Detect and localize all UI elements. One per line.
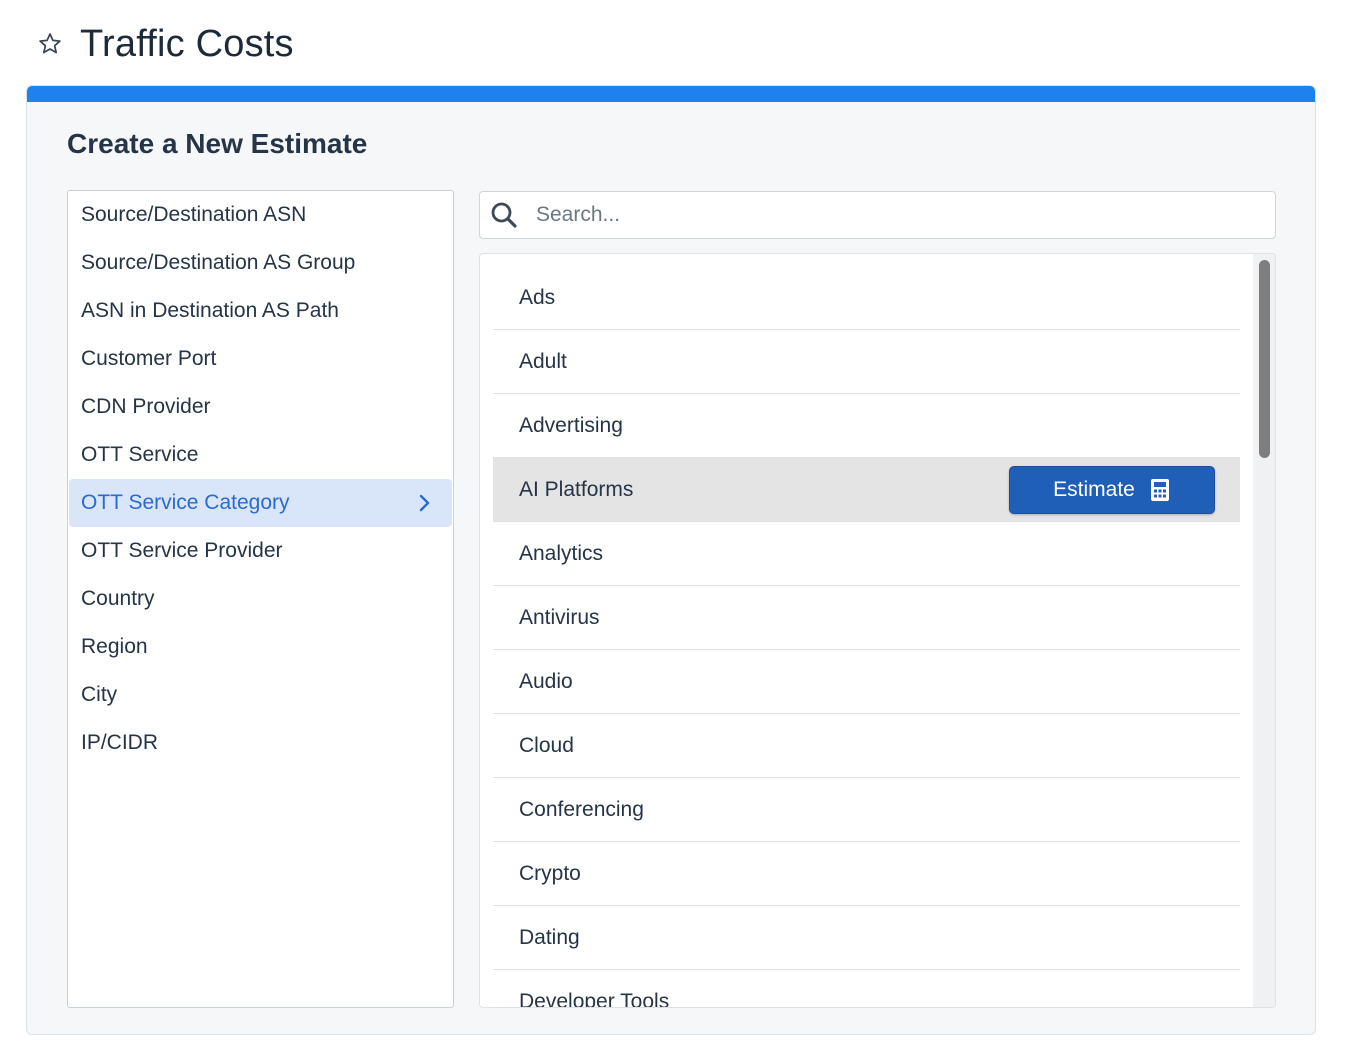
- dimension-item-city[interactable]: City: [69, 671, 452, 719]
- option-label: Analytics: [519, 541, 604, 565]
- option-label: Conferencing: [519, 797, 644, 821]
- dimension-item-cdn-provider[interactable]: CDN Provider: [69, 383, 452, 431]
- option-row-crypto[interactable]: Crypto: [493, 842, 1240, 906]
- option-row-dating[interactable]: Dating: [493, 906, 1240, 970]
- option-row-antivirus[interactable]: Antivirus: [493, 586, 1240, 650]
- dimension-item-label: Source/Destination AS Group: [81, 251, 356, 274]
- search-icon: [490, 201, 518, 229]
- dimension-item-asn-in-destination-as-path[interactable]: ASN in Destination AS Path: [69, 287, 452, 335]
- options-scrollbar[interactable]: [1253, 254, 1275, 1007]
- dimension-item-ott-service-category[interactable]: OTT Service Category: [69, 479, 452, 527]
- dimension-item-label: OTT Service Category: [81, 491, 290, 514]
- option-label: Crypto: [519, 861, 581, 885]
- card-accent-bar: [27, 86, 1315, 102]
- dimension-item-ip-cidr[interactable]: IP/CIDR: [69, 719, 452, 767]
- options-list: Ads Adult Advertising AI Platforms Estim…: [493, 266, 1240, 1008]
- option-row-advertising[interactable]: Advertising: [493, 394, 1240, 458]
- page-header: Traffic Costs: [36, 18, 294, 70]
- option-label: Cloud: [519, 733, 574, 757]
- chevron-right-icon: [414, 492, 436, 514]
- dimension-item-label: IP/CIDR: [81, 731, 159, 754]
- dimension-item-label: Country: [81, 587, 155, 610]
- option-row-developer-tools[interactable]: Developer Tools: [493, 970, 1240, 1008]
- option-row-conferencing[interactable]: Conferencing: [493, 778, 1240, 842]
- estimate-button-label: Estimate: [1053, 477, 1135, 501]
- dimension-item-label: ASN in Destination AS Path: [81, 299, 339, 322]
- dimension-item-ott-service-provider[interactable]: OTT Service Provider: [69, 527, 452, 575]
- dimension-list: Source/Destination ASN Source/Destinatio…: [67, 190, 454, 1008]
- star-icon[interactable]: [36, 30, 64, 58]
- dimension-item-country[interactable]: Country: [69, 575, 452, 623]
- option-row-audio[interactable]: Audio: [493, 650, 1240, 714]
- search-input[interactable]: [536, 203, 1236, 227]
- option-row-adult[interactable]: Adult: [493, 330, 1240, 394]
- dimension-item-label: OTT Service Provider: [81, 539, 283, 562]
- estimate-button[interactable]: Estimate: [1009, 465, 1215, 514]
- option-label: Developer Tools: [519, 989, 670, 1008]
- option-label: Audio: [519, 669, 573, 693]
- dimension-item-region[interactable]: Region: [69, 623, 452, 671]
- option-label: Advertising: [519, 413, 623, 437]
- option-row-ads[interactable]: Ads: [493, 266, 1240, 330]
- option-label: Adult: [519, 349, 567, 373]
- dimension-item-label: Region: [81, 635, 148, 658]
- dimension-item-label: Source/Destination ASN: [81, 203, 307, 226]
- card-title: Create a New Estimate: [67, 128, 368, 159]
- options-panel: Ads Adult Advertising AI Platforms Estim…: [479, 253, 1276, 1008]
- option-row-ai-platforms[interactable]: AI Platforms Estimate: [493, 458, 1240, 522]
- option-label: Dating: [519, 925, 580, 949]
- option-row-cloud[interactable]: Cloud: [493, 714, 1240, 778]
- dimension-item-ott-service[interactable]: OTT Service: [69, 431, 452, 479]
- page-title: Traffic Costs: [80, 22, 294, 65]
- option-label: Antivirus: [519, 605, 600, 629]
- option-label: Ads: [519, 285, 556, 309]
- dimension-item-source-destination-as-group[interactable]: Source/Destination AS Group: [69, 239, 452, 287]
- dimension-item-label: City: [81, 683, 118, 706]
- calculator-icon: [1149, 478, 1171, 502]
- option-row-analytics[interactable]: Analytics: [493, 522, 1240, 586]
- dimension-item-customer-port[interactable]: Customer Port: [69, 335, 452, 383]
- dimension-item-label: OTT Service: [81, 443, 199, 466]
- option-label: AI Platforms: [519, 477, 634, 501]
- search-box: [479, 191, 1276, 239]
- scrollbar-thumb[interactable]: [1259, 260, 1270, 458]
- estimate-card: Create a New Estimate Source/Destination…: [26, 85, 1316, 1035]
- dimension-item-label: CDN Provider: [81, 395, 211, 418]
- dimension-item-source-destination-asn[interactable]: Source/Destination ASN: [69, 191, 452, 239]
- dimension-item-label: Customer Port: [81, 347, 217, 370]
